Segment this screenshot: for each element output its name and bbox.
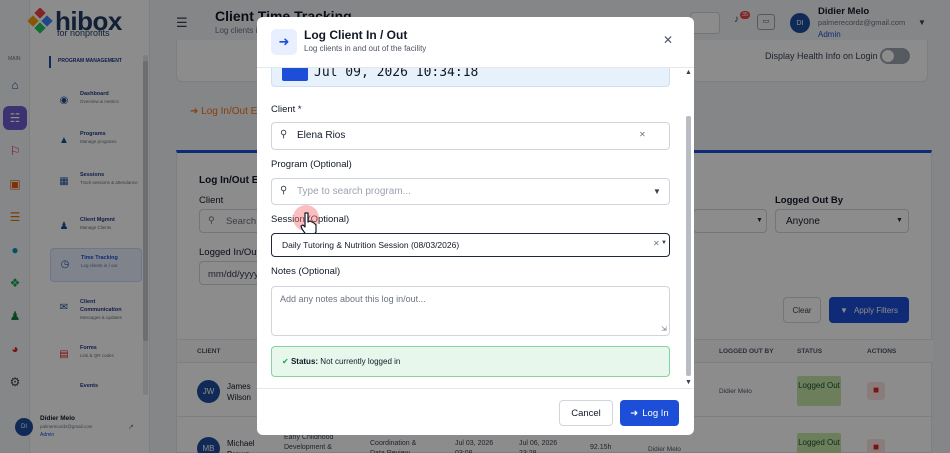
client-label: Client * [271,104,302,115]
session-select[interactable]: Daily Tutoring & Nutrition Session (08/0… [271,233,670,257]
clear-session-icon[interactable]: ✕ [653,239,660,248]
search-icon: ⚲ [280,129,288,140]
program-field[interactable]: ⚲ Type to search program... ▼ [271,178,670,205]
modal-subtitle: Log clients in and out of the facility [304,44,427,53]
clock-icon [282,68,308,81]
clock-value: Jul 09, 2026 10:34:18 [314,68,479,80]
chevron-down-icon: ▼ [653,187,661,196]
sidebar-backdrop [0,0,150,453]
session-value: Daily Tutoring & Nutrition Session (08/0… [282,240,460,250]
modal-scroll-area: Jul 09, 2026 10:34:18 Client * ⚲ Elena R… [257,68,682,388]
scroll-thumb[interactable] [686,116,691,376]
status-label: Status: [290,357,319,366]
client-field[interactable]: ⚲ Elena Rios ✕ [271,122,670,150]
status-panel: ✔ Status: Not currently logged in [271,346,670,377]
check-circle-icon: ✔ [282,357,289,366]
program-label: Program (Optional) [271,159,352,170]
scroll-down-icon[interactable]: ▼ [685,379,692,386]
chevron-down-icon: ▼ [661,240,667,246]
cancel-button[interactable]: Cancel [559,400,613,426]
modal-scrollbar[interactable]: ▲ ▼ [684,68,694,388]
clear-client-icon[interactable]: ✕ [639,130,646,139]
log-in-label: Log In [642,407,669,419]
clock-panel: Jul 09, 2026 10:34:18 [271,68,670,87]
log-in-button[interactable]: ➜ Log In [620,400,679,426]
resize-handle-icon[interactable]: ⇲ [661,325,667,333]
notes-placeholder: Add any notes about this log in/out... [280,294,426,304]
notes-textarea[interactable]: Add any notes about this log in/out... ⇲ [271,286,670,336]
search-icon: ⚲ [280,185,288,196]
log-client-modal: ➜ Log Client In / Out Log clients in and… [257,17,694,435]
notes-label: Notes (Optional) [271,266,341,277]
scroll-up-icon[interactable]: ▲ [685,69,692,76]
login-icon: ➜ [630,407,639,419]
client-value: Elena Rios [297,130,346,141]
modal-title: Log Client In / Out [304,28,408,42]
close-icon[interactable]: ✕ [663,33,673,47]
login-arrow-icon: ➜ [271,29,297,55]
status-line: ✔ Status: Not currently logged in [282,357,400,366]
modal-footer-divider [257,388,694,389]
status-text: Not currently logged in [320,357,401,366]
program-placeholder: Type to search program... [297,186,411,197]
